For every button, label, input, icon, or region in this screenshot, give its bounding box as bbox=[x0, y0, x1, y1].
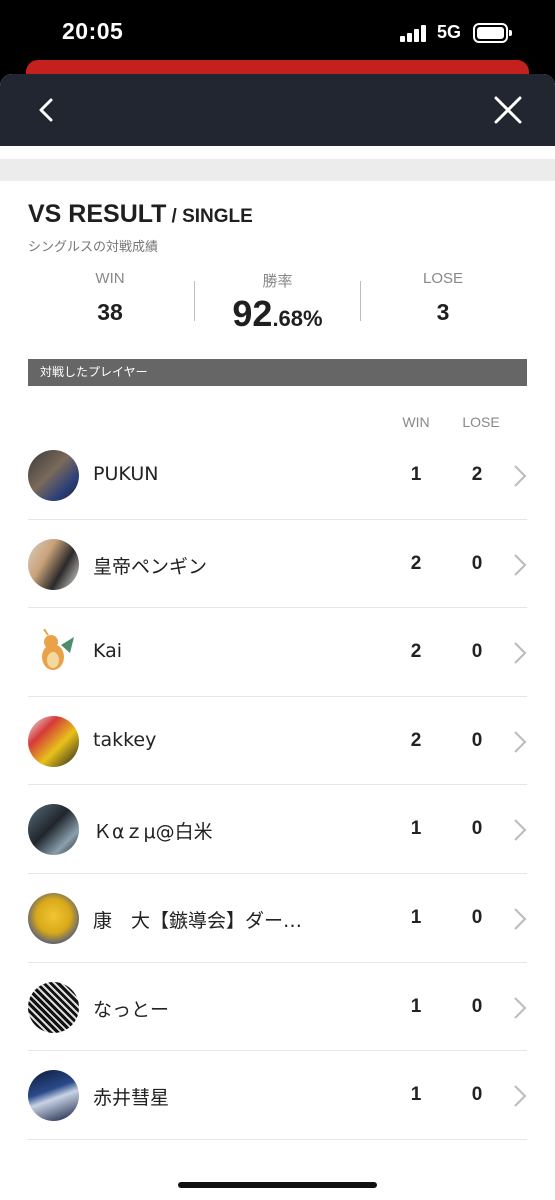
avatar bbox=[28, 892, 79, 944]
rate-int: 92 bbox=[232, 293, 273, 334]
chevron-right-icon bbox=[514, 1085, 527, 1107]
vs-result-sheet: VS RESULT / SINGLE シングルスの対戦成績 WIN 38 勝率 … bbox=[0, 74, 555, 1200]
avatar bbox=[28, 804, 79, 856]
stat-divider bbox=[194, 281, 195, 321]
stat-divider bbox=[360, 281, 361, 321]
player-row[interactable]: PUKUN 1 2 bbox=[0, 431, 555, 520]
player-name: 皇帝ペンギン bbox=[93, 555, 208, 578]
title-main: VS RESULT bbox=[28, 200, 167, 228]
dragon-icon bbox=[42, 628, 74, 671]
lose-label: LOSE bbox=[422, 270, 464, 287]
player-name: PUKUN bbox=[93, 463, 159, 485]
page-title: VS RESULT / SINGLE bbox=[28, 200, 253, 229]
chevron-left-icon bbox=[39, 98, 53, 122]
player-lose: 0 bbox=[471, 641, 483, 663]
avatar bbox=[28, 1070, 79, 1122]
player-name: takkey bbox=[93, 728, 157, 751]
chevron-right-icon bbox=[514, 908, 527, 930]
player-win: 1 bbox=[410, 1084, 422, 1106]
player-lose: 0 bbox=[471, 1084, 483, 1106]
status-time: 20:05 bbox=[62, 18, 124, 44]
player-win: 1 bbox=[410, 906, 422, 928]
lose-stat: LOSE 3 bbox=[393, 270, 493, 326]
rate-label: 勝率 bbox=[262, 273, 293, 290]
rate-stat: 勝率 92.68% bbox=[205, 270, 350, 335]
column-header-win: WIN bbox=[402, 414, 430, 430]
close-icon bbox=[494, 96, 522, 124]
win-value: 38 bbox=[97, 299, 123, 325]
player-win: 2 bbox=[410, 552, 422, 574]
player-row[interactable]: なっとー 1 0 bbox=[0, 963, 555, 1052]
lose-value: 3 bbox=[436, 299, 450, 325]
chevron-right-icon bbox=[514, 996, 527, 1019]
signal-icon bbox=[400, 24, 430, 42]
section-header: 対戦したプレイヤー bbox=[28, 359, 527, 386]
page-subtitle: シングルスの対戦成績 bbox=[28, 240, 159, 255]
player-lose: 0 bbox=[471, 995, 483, 1017]
rate-dec: .68% bbox=[272, 306, 323, 331]
player-row[interactable]: Ｋαｚμ@白米 1 0 bbox=[0, 785, 555, 874]
close-button[interactable] bbox=[490, 92, 526, 128]
player-lose: 0 bbox=[471, 729, 483, 751]
player-row[interactable]: takkey 2 0 bbox=[0, 697, 555, 786]
status-bar: 20:05 5G bbox=[0, 0, 555, 66]
player-row[interactable]: 康 大【鏃導会】ダー… 1 0 bbox=[0, 874, 555, 963]
player-list: PUKUN 1 2 皇帝ペンギン 2 0 Kai 2 0 takkey 2 0 … bbox=[0, 431, 555, 1140]
title-sub: / SINGLE bbox=[171, 206, 253, 227]
column-header-lose: LOSE bbox=[462, 414, 500, 430]
player-win: 1 bbox=[410, 818, 422, 840]
battery-icon bbox=[473, 23, 513, 43]
player-lose: 0 bbox=[471, 818, 483, 840]
avatar bbox=[28, 538, 79, 590]
player-row[interactable]: 赤井彗星 1 0 bbox=[0, 1051, 555, 1140]
chevron-right-icon bbox=[514, 553, 527, 576]
player-name: 康 大【鏃導会】ダー… bbox=[93, 909, 303, 932]
back-button[interactable] bbox=[30, 92, 66, 128]
player-lose: 0 bbox=[471, 906, 483, 928]
player-row[interactable]: Kai 2 0 bbox=[0, 608, 555, 697]
chevron-right-icon bbox=[514, 819, 527, 842]
player-name: Kai bbox=[93, 640, 123, 663]
rate-value: 92.68% bbox=[205, 293, 350, 335]
player-win: 2 bbox=[410, 641, 422, 663]
chevron-right-icon bbox=[514, 642, 527, 664]
network-type: 5G bbox=[437, 22, 462, 42]
avatar bbox=[28, 450, 79, 501]
player-lose: 0 bbox=[471, 552, 483, 574]
chevron-right-icon bbox=[514, 465, 527, 487]
player-name: Ｋαｚμ@白米 bbox=[93, 821, 213, 844]
avatar bbox=[28, 715, 79, 767]
home-indicator[interactable] bbox=[178, 1182, 377, 1188]
player-row[interactable]: 皇帝ペンギン 2 0 bbox=[0, 520, 555, 609]
avatar bbox=[28, 627, 79, 679]
player-name: なっとー bbox=[93, 998, 170, 1021]
player-lose: 2 bbox=[471, 464, 483, 485]
player-name: 赤井彗星 bbox=[93, 1087, 170, 1110]
avatar bbox=[28, 981, 79, 1033]
player-win: 1 bbox=[410, 995, 422, 1017]
win-label: WIN bbox=[95, 270, 125, 287]
player-win: 2 bbox=[410, 729, 422, 751]
win-stat: WIN 38 bbox=[60, 270, 160, 326]
chevron-right-icon bbox=[514, 731, 527, 753]
nav-bar bbox=[0, 74, 555, 146]
player-win: 1 bbox=[410, 464, 422, 485]
divider-strip bbox=[0, 159, 555, 181]
